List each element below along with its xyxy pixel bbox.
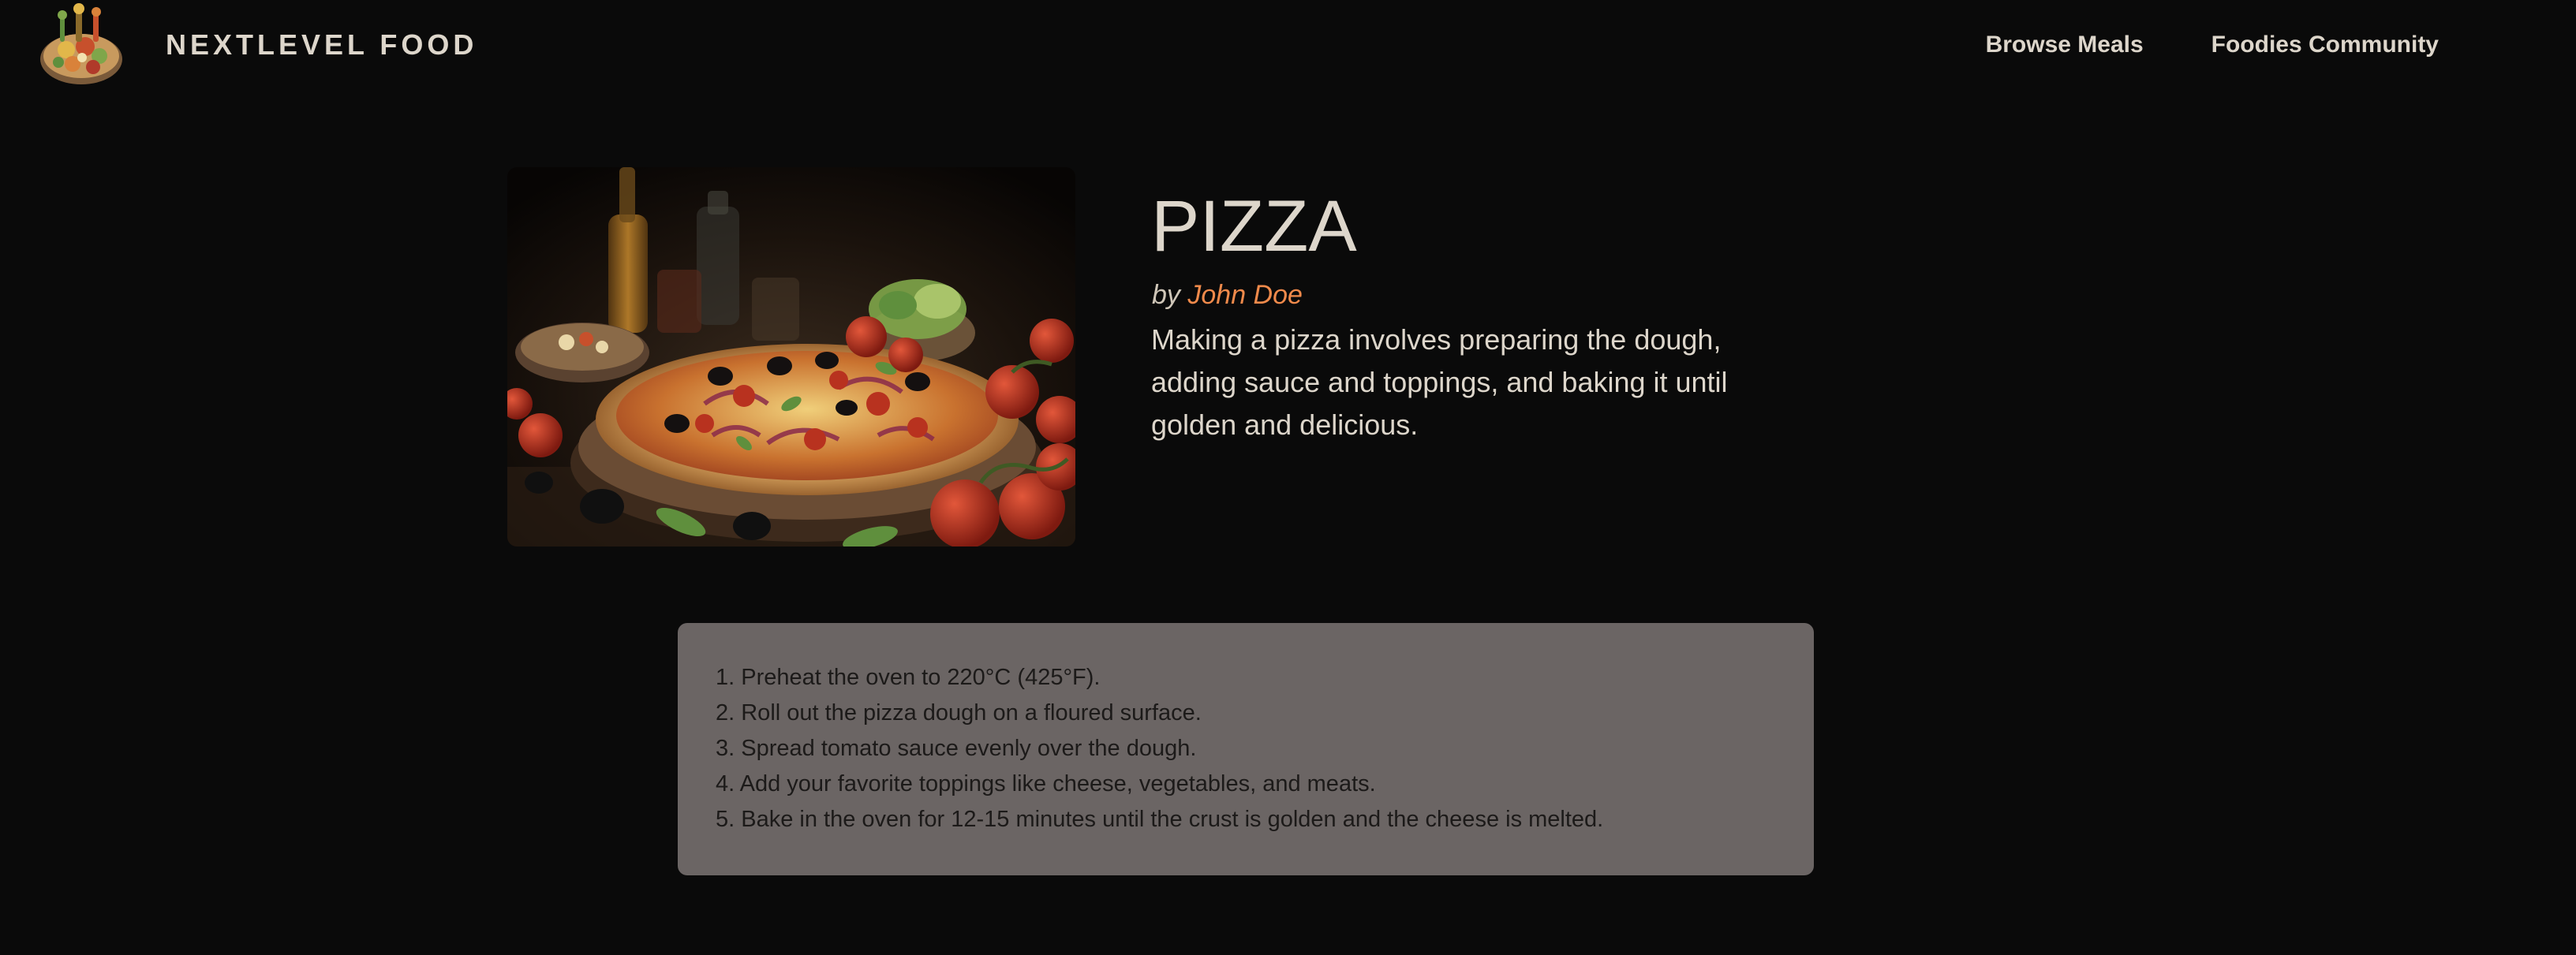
logo-link[interactable]: NEXTLEVEL FOOD: [36, 0, 477, 90]
instruction-step: 5. Bake in the oven for 12-15 minutes un…: [716, 807, 1604, 832]
instruction-step: 4. Add your favorite toppings like chees…: [716, 771, 1376, 796]
nav-link-browse-meals[interactable]: Browse Meals: [1986, 32, 2144, 58]
meal-summary: Making a pizza involves preparing the do…: [1151, 323, 1728, 441]
logo-text: NEXTLEVEL FOOD: [166, 28, 478, 61]
instruction-step: 1. Preheat the oven to 220°C (425°F).: [716, 665, 1101, 690]
pizza-image: [507, 167, 1075, 547]
site-header: NEXTLEVEL FOOD Browse Meals Foodies Comm…: [0, 0, 2576, 90]
meal-title: PIZZA: [1151, 186, 1357, 267]
food-logo-icon: [40, 3, 122, 84]
creator-email-link[interactable]: John Doe: [1187, 280, 1303, 310]
nav-link-foodies-community[interactable]: Foodies Community: [2211, 32, 2439, 58]
instruction-step: 2. Roll out the pizza dough on a floured…: [716, 700, 1202, 726]
instructions-panel: 1. Preheat the oven to 220°C (425°F). 2.…: [678, 623, 1814, 875]
main-nav: Browse Meals Foodies Community: [1986, 0, 2439, 90]
by-label: by: [1152, 280, 1180, 310]
instruction-step: 3. Spread tomato sauce evenly over the d…: [716, 736, 1197, 761]
meal-creator: by John Doe: [1152, 280, 1303, 311]
meal-image: [507, 167, 1075, 547]
